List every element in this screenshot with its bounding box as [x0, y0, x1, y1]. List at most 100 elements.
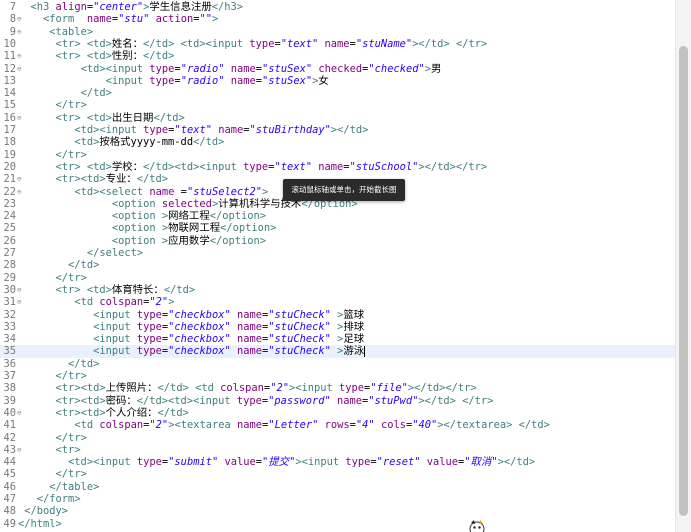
code-token: <input	[105, 74, 150, 87]
scrollbar-thumb[interactable]	[679, 46, 688, 516]
code-line[interactable]: 34 <input type="checkbox" name="stuCheck…	[0, 333, 676, 345]
code-token: "stuCheck"	[268, 308, 331, 321]
code-line[interactable]: 30 ⊖ <tr> <td>体育特长：</td>	[0, 284, 676, 296]
code-text: </form>	[18, 493, 81, 505]
code-line[interactable]: 43 ⊖ <tr>	[0, 444, 676, 456]
code-line[interactable]: 14 </td>	[0, 87, 676, 99]
code-line[interactable]: 40 ⊖ <tr><td>个人介绍：</td>	[0, 407, 676, 419]
code-token: name	[218, 124, 244, 136]
code-token: "stuBirthday"	[249, 124, 331, 136]
code-text: </table>	[18, 481, 99, 493]
code-token: type	[136, 456, 162, 469]
code-token: "checkbox"	[168, 345, 231, 358]
code-token: </td>	[157, 406, 189, 419]
code-line[interactable]: 35 <input type="checkbox" name="stuCheck…	[0, 345, 676, 358]
code-token: </tr>	[55, 271, 87, 284]
code-token: 学生信息注册	[149, 1, 212, 13]
code-line[interactable]: 36 </td>	[0, 358, 676, 370]
code-line[interactable]: 38 <tr><td>上传照片：</td> <td colspan="2"><i…	[0, 382, 676, 394]
code-line[interactable]: 25 <option >物联网工程</option>	[0, 222, 676, 234]
code-token: >	[262, 185, 269, 198]
code-token: 排球	[343, 320, 365, 333]
code-token: type	[136, 308, 162, 321]
code-editor[interactable]: 7 <h3 align="center">学生信息注册</h3> 8 ⊖ <form…	[0, 0, 676, 532]
code-token: name	[318, 160, 344, 173]
code-line[interactable]: 17 <td><input type="text" name="stuBirth…	[0, 124, 676, 136]
code-line[interactable]: 29 </tr>	[0, 272, 676, 284]
code-line[interactable]: 27 </select>	[0, 247, 676, 259]
code-token: type	[149, 62, 175, 75]
line-number: 48	[3, 505, 16, 518]
code-text: <option >应用数学</option>	[18, 235, 266, 247]
line-number: 27	[3, 247, 16, 259]
code-line[interactable]: 26 <option >应用数学</option>	[0, 235, 676, 247]
code-token: </select>	[86, 247, 144, 259]
line-number: 17	[3, 124, 16, 136]
code-token: </body>	[24, 505, 69, 518]
code-line[interactable]: 16 ⊖ <tr> <td>出生日期</td>	[0, 112, 676, 124]
code-line[interactable]: 28 </td>	[0, 259, 676, 271]
code-text: </html>	[18, 518, 62, 530]
code-token: type	[339, 382, 365, 395]
code-line[interactable]: 18 <td>按格式yyyy-mm-dd</td>	[0, 136, 676, 148]
code-line[interactable]: 20 <tr> <td>学校：</td><td><input type="tex…	[0, 161, 676, 173]
code-line[interactable]: 47 </form>	[0, 493, 676, 505]
line-number: 43	[3, 443, 16, 456]
code-line[interactable]: 44 <td><input type="submit" value="提交"><…	[0, 456, 676, 468]
code-token: "submit"	[168, 456, 219, 469]
code-token: 篮球	[343, 308, 365, 321]
code-line[interactable]: 32 <input type="checkbox" name="stuCheck…	[0, 309, 676, 321]
vertical-scrollbar[interactable]	[675, 0, 691, 532]
code-token: ></td>	[330, 124, 369, 136]
code-line[interactable]: 48 </body>	[0, 505, 676, 517]
code-token: type	[149, 74, 175, 87]
code-line[interactable]: 15 </tr>	[0, 99, 676, 111]
code-line[interactable]: 9 ⊖ <table>	[0, 26, 676, 38]
code-text: <input type="checkbox" name="stuCheck" >…	[18, 309, 364, 321]
code-line[interactable]: 49 </html>	[0, 518, 676, 530]
code-line[interactable]: 31 ⊖ <td colspan="2">	[0, 296, 676, 308]
code-line[interactable]: 46 </table>	[0, 481, 676, 493]
code-line[interactable]: 45 </tr>	[0, 468, 676, 480]
code-text: <td><input type="text" name="stuBirthday…	[18, 124, 368, 136]
code-token: 男	[431, 62, 442, 75]
code-line[interactable]: 19 </tr>	[0, 149, 676, 161]
cartoon-pet-icon[interactable]	[466, 518, 488, 532]
code-token: "text"	[274, 160, 312, 173]
code-token: 密码：	[105, 394, 137, 407]
code-token: </td>	[153, 111, 185, 124]
code-line[interactable]: 41 <td colspan="2"><textarea name="Lette…	[0, 419, 676, 431]
code-token: type	[143, 124, 169, 136]
code-token: "40"	[412, 419, 438, 432]
code-line[interactable]: 42 </tr>	[0, 432, 676, 444]
code-line[interactable]: 13 <input type="radio" name="stuSex">女	[0, 75, 676, 87]
code-token: name	[149, 185, 175, 198]
code-text: </tr>	[18, 370, 87, 382]
code-text: <td>按格式yyyy-mm-dd</td>	[18, 136, 224, 148]
code-line[interactable]: 10 <tr> <td>姓名：</td> <td><input type="te…	[0, 38, 676, 50]
code-text: <h3 align="center">学生信息注册</h3>	[18, 1, 244, 13]
code-line[interactable]: 39 <tr><td>密码：</td><td><input type="pass…	[0, 395, 676, 407]
code-line[interactable]: 33 <input type="checkbox" name="stuCheck…	[0, 321, 676, 333]
code-line[interactable]: 8 ⊖ <form name="stu" action="">	[0, 13, 676, 25]
code-line[interactable]: 12 ⊖ <td><input type="radio" name="stuSex…	[0, 63, 676, 75]
code-token: </td>	[68, 357, 100, 370]
code-text: <option >物联网工程</option>	[18, 222, 277, 234]
code-line[interactable]: 7 <h3 align="center">学生信息注册</h3>	[0, 1, 676, 13]
code-line[interactable]: 37 </tr>	[0, 370, 676, 382]
code-token: 按格式yyyy-mm-dd	[99, 136, 194, 149]
code-line[interactable]: 11 ⊖ <tr> <td>性别：</td>	[0, 50, 676, 62]
code-token: <td>	[74, 136, 100, 149]
code-token: name	[336, 394, 363, 407]
code-line[interactable]: 24 <option >网络工程</option>	[0, 210, 676, 222]
line-number: 33	[3, 320, 16, 333]
code-token: name	[237, 320, 263, 333]
